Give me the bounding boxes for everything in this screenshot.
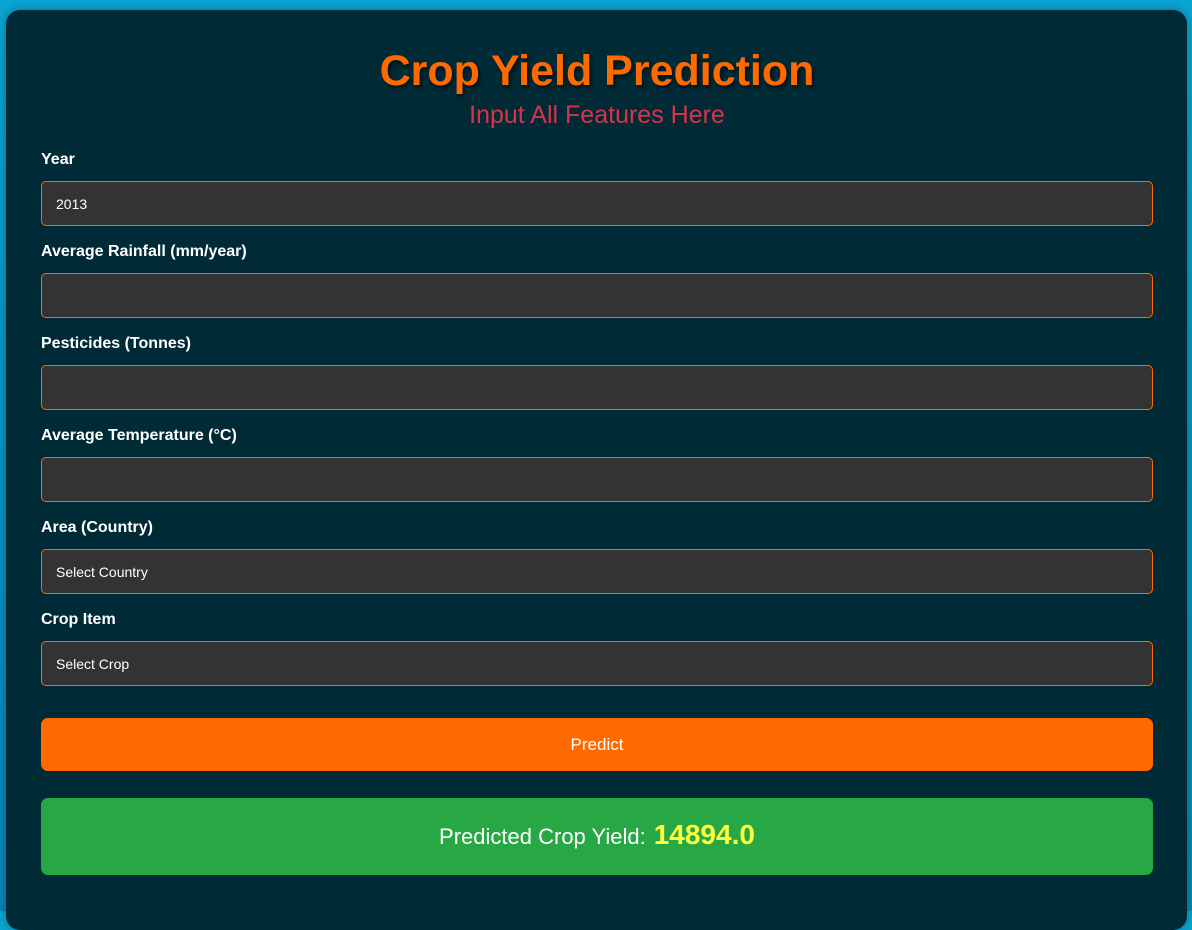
prediction-card: Crop Yield Prediction Input All Features… — [6, 10, 1187, 930]
area-label: Area (Country) — [41, 519, 154, 536]
pesticides-input[interactable] — [41, 365, 1153, 410]
year-input[interactable] — [41, 181, 1153, 226]
crop-label: Crop Item — [41, 611, 116, 628]
crop-select[interactable]: Select Crop — [41, 641, 1153, 686]
country-select[interactable]: Select Country — [41, 549, 1153, 594]
rainfall-label: Average Rainfall (mm/year) — [41, 243, 247, 260]
result-banner: Predicted Crop Yield: 14894.0 — [41, 798, 1153, 875]
crop-select-value: Select Crop — [56, 655, 130, 672]
country-select-value: Select Country — [56, 563, 148, 580]
year-label: Year — [41, 151, 75, 168]
result-label: Predicted Crop Yield: — [439, 823, 646, 849]
result-value: 14894.0 — [653, 818, 755, 850]
temperature-input[interactable] — [41, 457, 1153, 502]
rainfall-input[interactable] — [41, 273, 1153, 318]
page-title: Crop Yield Prediction — [379, 47, 815, 95]
pesticides-label: Pesticides (Tonnes) — [41, 335, 191, 352]
temperature-label: Average Temperature (°C) — [41, 427, 237, 444]
predict-button[interactable]: Predict — [41, 718, 1153, 771]
page-subtitle: Input All Features Here — [469, 101, 725, 129]
prediction-form: Year Average Rainfall (mm/year) Pesticid… — [41, 150, 1153, 771]
